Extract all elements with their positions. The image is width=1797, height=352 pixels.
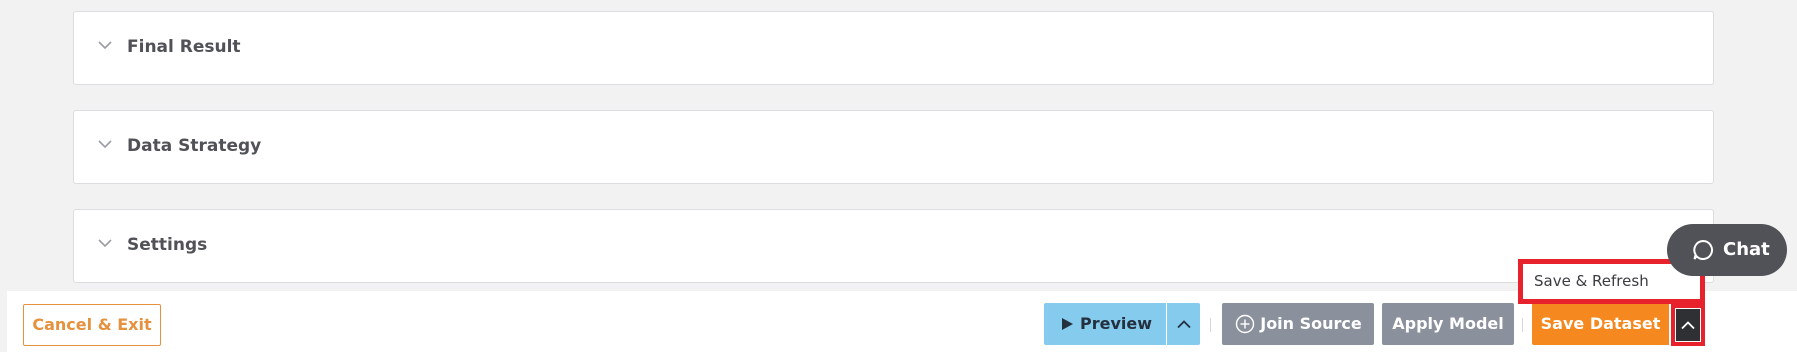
divider xyxy=(1522,318,1523,332)
plus-circle-icon xyxy=(1235,314,1255,334)
chat-bubble-icon xyxy=(1693,239,1714,260)
section-data-strategy[interactable]: Data Strategy xyxy=(73,110,1714,184)
section-settings[interactable]: Settings xyxy=(73,209,1714,283)
save-dataset-button[interactable]: Save Dataset xyxy=(1532,303,1669,345)
preview-options-button[interactable] xyxy=(1167,303,1200,345)
join-source-button[interactable]: Join Source xyxy=(1222,303,1374,345)
chat-button[interactable]: Chat xyxy=(1667,224,1787,276)
preview-label: Preview xyxy=(1079,314,1152,333)
join-source-label: Join Source xyxy=(1260,314,1362,333)
chevron-up-icon xyxy=(1681,321,1695,330)
chat-label: Chat xyxy=(1723,239,1770,260)
chevron-down-icon xyxy=(98,41,112,50)
preview-button[interactable]: Preview xyxy=(1044,303,1166,345)
save-options-button[interactable] xyxy=(1676,309,1700,341)
section-final-result[interactable]: Final Result xyxy=(73,11,1714,85)
chevron-up-icon xyxy=(1176,320,1191,329)
section-title: Final Result xyxy=(127,37,241,57)
cancel-exit-button[interactable]: Cancel & Exit xyxy=(23,304,161,346)
apply-model-button[interactable]: Apply Model xyxy=(1382,303,1514,345)
chevron-down-icon xyxy=(98,140,112,149)
save-refresh-menu-item[interactable]: Save & Refresh xyxy=(1534,270,1649,292)
section-title: Data Strategy xyxy=(127,136,262,156)
chevron-down-icon xyxy=(98,239,112,248)
section-title: Settings xyxy=(127,235,208,255)
play-icon xyxy=(1062,318,1073,330)
divider xyxy=(1210,318,1211,332)
